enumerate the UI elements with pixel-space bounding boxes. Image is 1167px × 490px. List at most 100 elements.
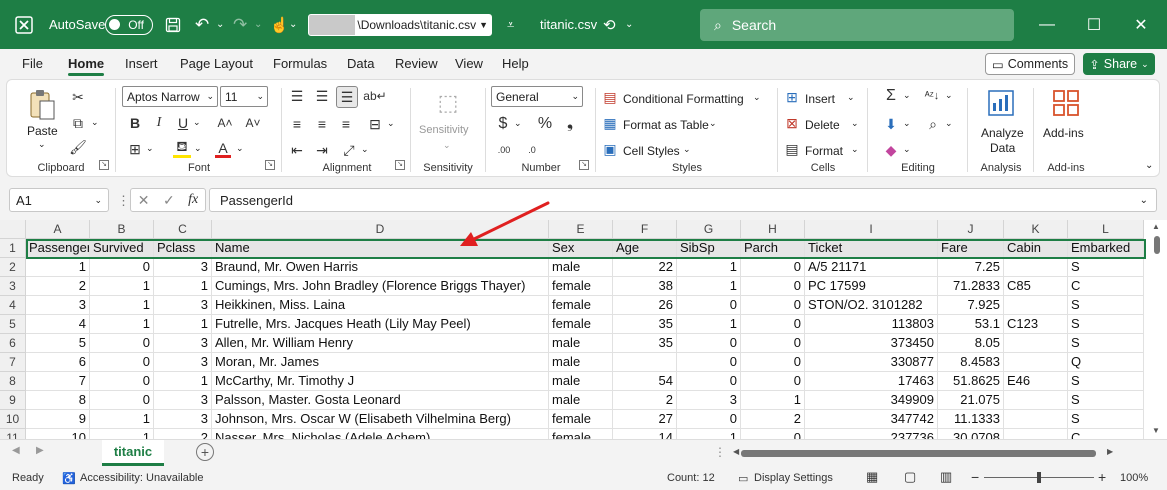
fill-icon[interactable]: ⬇: [881, 114, 901, 134]
column-header-g[interactable]: G: [677, 220, 741, 239]
maximize-button[interactable]: ☐: [1071, 0, 1117, 49]
addins-button[interactable]: Add-ins: [1043, 126, 1084, 140]
column-header-d[interactable]: D: [212, 220, 549, 239]
cell[interactable]: 22: [613, 258, 677, 277]
row-header[interactable]: 2: [0, 258, 26, 277]
cell[interactable]: Moran, Mr. James: [212, 353, 549, 372]
fill-dropdown-icon[interactable]: ⌄: [194, 143, 202, 154]
number-launcher-icon[interactable]: ↘: [579, 160, 589, 170]
cell[interactable]: female: [549, 429, 613, 439]
chevron-down-icon[interactable]: ⌄: [851, 118, 859, 129]
zoom-level[interactable]: 100%: [1120, 472, 1148, 484]
cell[interactable]: Age: [613, 239, 677, 258]
chevron-down-icon[interactable]: ⌄: [847, 92, 855, 103]
cell[interactable]: [613, 353, 677, 372]
orientation-dropdown-icon[interactable]: ⌄: [361, 144, 369, 155]
font-name-select[interactable]: Aptos Narrow ⌄: [122, 86, 218, 107]
cell[interactable]: male: [549, 372, 613, 391]
cell[interactable]: Pclass: [154, 239, 212, 258]
vertical-scroll-thumb[interactable]: [1154, 236, 1160, 254]
cell[interactable]: 5: [26, 334, 90, 353]
cell[interactable]: 0: [741, 296, 805, 315]
cell[interactable]: male: [549, 391, 613, 410]
underline-icon[interactable]: U: [175, 114, 191, 132]
format-as-table-button[interactable]: Format as Table: [623, 118, 709, 132]
font-color-icon[interactable]: A: [215, 140, 231, 158]
cell[interactable]: 0: [90, 353, 154, 372]
column-header-i[interactable]: I: [805, 220, 938, 239]
cell[interactable]: 51.8625: [938, 372, 1004, 391]
align-center-icon[interactable]: ≡: [312, 114, 332, 134]
wrap-text-icon[interactable]: ab↵: [363, 86, 386, 106]
cell[interactable]: 0: [677, 296, 741, 315]
chevron-down-icon[interactable]: ⌄: [709, 118, 717, 129]
cell[interactable]: 1: [26, 258, 90, 277]
percent-icon[interactable]: %: [535, 114, 555, 134]
cell[interactable]: male: [549, 258, 613, 277]
cell[interactable]: 6: [26, 353, 90, 372]
display-settings-icon[interactable]: ▭: [738, 472, 748, 485]
cell[interactable]: 7: [26, 372, 90, 391]
search-box[interactable]: ⌕ Search: [700, 9, 1014, 41]
cell[interactable]: 1: [677, 277, 741, 296]
cell[interactable]: S: [1068, 296, 1144, 315]
tab-insert[interactable]: Insert: [125, 56, 158, 71]
scroll-left-icon[interactable]: ◀: [733, 447, 739, 456]
cell[interactable]: 53.1: [938, 315, 1004, 334]
cell[interactable]: 1: [677, 315, 741, 334]
align-middle-icon[interactable]: ☰: [312, 86, 332, 106]
scroll-up-icon[interactable]: ▲: [1152, 222, 1160, 231]
cell[interactable]: PC 17599: [805, 277, 938, 296]
cell[interactable]: 0: [677, 334, 741, 353]
row-header[interactable]: 7: [0, 353, 26, 372]
cell[interactable]: Ticket: [805, 239, 938, 258]
font-color-dropdown-icon[interactable]: ⌄: [236, 143, 244, 154]
cell[interactable]: 2: [613, 391, 677, 410]
currency-dropdown-icon[interactable]: ⌄: [514, 118, 522, 129]
chevron-down-icon[interactable]: ⌄: [683, 144, 691, 155]
cell[interactable]: 0: [741, 258, 805, 277]
column-header-b[interactable]: B: [90, 220, 154, 239]
cell[interactable]: 0: [90, 258, 154, 277]
cancel-entry-icon[interactable]: ✕: [138, 192, 150, 209]
cell[interactable]: [1004, 296, 1068, 315]
not-saved-icon[interactable]: ⟲: [603, 0, 616, 49]
clipboard-launcher-icon[interactable]: ↘: [99, 160, 109, 170]
cell[interactable]: 1: [741, 391, 805, 410]
column-header-c[interactable]: C: [154, 220, 212, 239]
cell[interactable]: 1: [677, 258, 741, 277]
sheet-tab-titanic[interactable]: titanic: [102, 440, 164, 466]
sort-filter-icon[interactable]: ᴬᶻ↓: [921, 86, 943, 106]
cell[interactable]: C123: [1004, 315, 1068, 334]
redo-icon[interactable]: ↷: [233, 0, 247, 49]
collapse-ribbon-icon[interactable]: ⌄: [1145, 160, 1153, 171]
tab-help[interactable]: Help: [502, 56, 529, 71]
row-header[interactable]: 4: [0, 296, 26, 315]
cell[interactable]: C85: [1004, 277, 1068, 296]
format-cells-icon[interactable]: ▤: [783, 140, 801, 158]
cell[interactable]: female: [549, 296, 613, 315]
clear-icon[interactable]: ◆: [881, 140, 901, 160]
insert-cells-button[interactable]: Insert: [805, 92, 835, 106]
cell[interactable]: male: [549, 334, 613, 353]
spreadsheet-grid[interactable]: ▲ ▼ A B C D E F G H I J K L 1 Passenger Survived Pclass…: [0, 220, 1167, 439]
row-header[interactable]: 10: [0, 410, 26, 429]
confirm-entry-icon[interactable]: ✓: [163, 192, 175, 209]
filename-dropdown-icon[interactable]: ⌄: [625, 0, 633, 49]
scroll-right-icon[interactable]: ▶: [1107, 447, 1113, 456]
cell[interactable]: 2: [154, 429, 212, 439]
autosave-toggle[interactable]: Off: [105, 14, 153, 35]
decrease-font-icon[interactable]: A˅: [243, 114, 263, 132]
cell[interactable]: [1004, 353, 1068, 372]
cell[interactable]: 11.1333: [938, 410, 1004, 429]
currency-icon[interactable]: $: [493, 114, 513, 134]
delete-cells-button[interactable]: Delete: [805, 118, 840, 132]
cell[interactable]: Allen, Mr. William Henry: [212, 334, 549, 353]
find-select-icon[interactable]: ⌕: [923, 114, 943, 134]
bold-icon[interactable]: B: [127, 114, 143, 132]
cell[interactable]: 9: [26, 410, 90, 429]
column-header-a[interactable]: A: [26, 220, 90, 239]
cell[interactable]: 7.25: [938, 258, 1004, 277]
cell[interactable]: 30.0708: [938, 429, 1004, 439]
cell[interactable]: Nasser, Mrs. Nicholas (Adele Achem): [212, 429, 549, 439]
